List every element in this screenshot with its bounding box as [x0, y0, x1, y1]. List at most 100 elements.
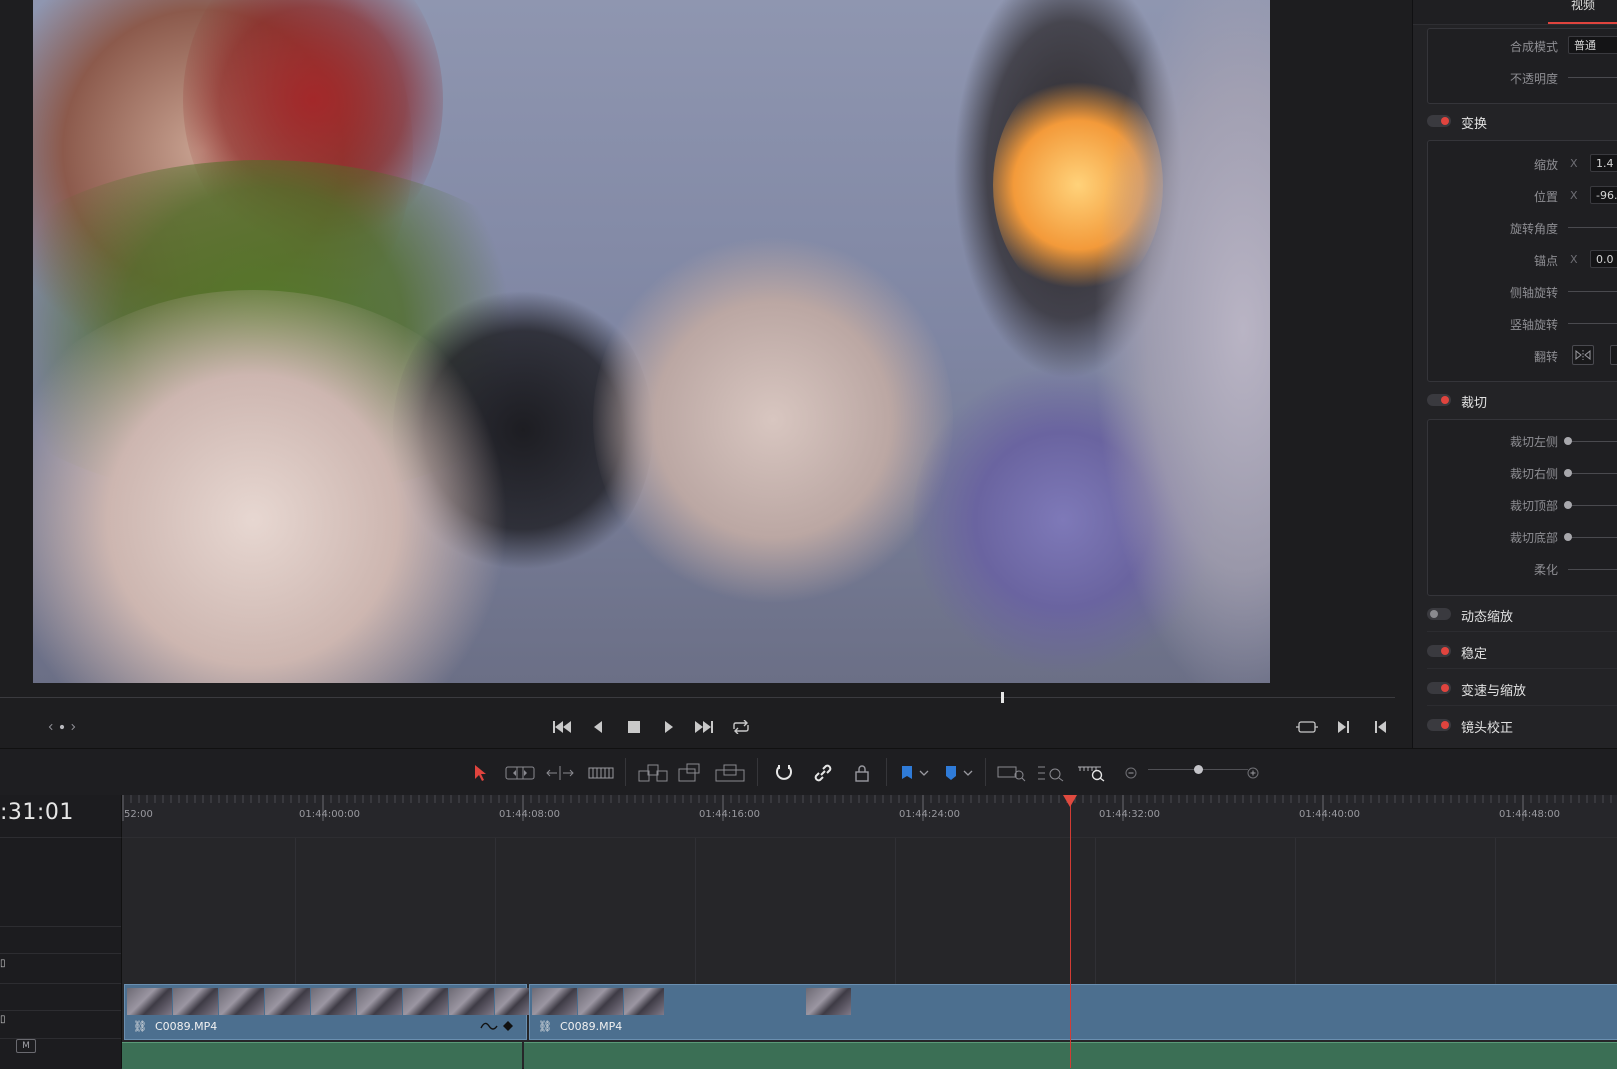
zoom-in-icon[interactable] — [1246, 762, 1260, 784]
crop-left-handle[interactable] — [1564, 437, 1572, 445]
soften-slider[interactable] — [1568, 569, 1617, 570]
flip-horizontal-icon[interactable] — [1572, 345, 1594, 365]
timeline-clip[interactable]: ⛓ C0089.MP4 — [124, 984, 531, 1040]
insert-clip-icon[interactable] — [637, 762, 669, 784]
ruler-label: 01:44:40:00 — [1299, 809, 1361, 820]
lens-correction-section[interactable]: 镜头校正 — [1427, 710, 1617, 740]
zoom-x-field[interactable]: 1.4 — [1590, 154, 1617, 172]
track-mute-button[interactable]: M — [16, 1039, 36, 1053]
clip-label: ⛓ C0089.MP4 — [133, 1020, 217, 1033]
speed-zoom-title: 变速与缩放 — [1461, 684, 1527, 699]
overwrite-clip-icon[interactable] — [676, 762, 706, 784]
clip-name: C0089.MP4 — [154, 1020, 218, 1033]
loop-icon[interactable] — [727, 714, 755, 740]
dynamic-zoom-section[interactable]: 动态缩放 — [1427, 599, 1617, 629]
speed-zoom-section[interactable]: 变速与缩放 — [1427, 673, 1617, 703]
zoom-full-icon[interactable] — [997, 762, 1027, 784]
track-clip-icon[interactable]: ▯ — [0, 1014, 6, 1025]
jump-to-end-icon[interactable] — [690, 714, 718, 740]
track-clip-icon[interactable]: ▯ — [0, 958, 6, 969]
flip-label: 翻转 — [1533, 350, 1558, 364]
audio-clip[interactable] — [122, 1042, 522, 1069]
position-x-field[interactable]: -96. — [1590, 186, 1617, 204]
playhead-line[interactable] — [1070, 800, 1071, 1068]
match-frame-icon[interactable] — [1293, 714, 1321, 740]
stabilize-toggle[interactable] — [1427, 645, 1451, 657]
zoom-axis-label: X — [1570, 157, 1578, 170]
blade-icon[interactable] — [586, 762, 616, 784]
toolbar-divider — [886, 758, 887, 786]
clip-name: C0089.MP4 — [559, 1020, 623, 1033]
zoom-detail-icon[interactable] — [1037, 762, 1067, 784]
crop-left-slider[interactable] — [1568, 441, 1617, 442]
dynamic-trim-icon[interactable] — [545, 762, 575, 784]
lens-correction-toggle[interactable] — [1427, 719, 1451, 731]
yaw-slider[interactable] — [1568, 323, 1617, 324]
crop-section-header[interactable]: 裁切 — [1427, 385, 1617, 415]
pitch-slider[interactable] — [1568, 291, 1617, 292]
crop-top-slider[interactable] — [1568, 505, 1617, 506]
transform-group: 缩放 X 1.4 位置 X -96. 旋转角度 锚点 X 0.0 侧轴旋转 竖轴… — [1427, 140, 1617, 382]
transform-section-header[interactable]: 变换 — [1427, 106, 1617, 136]
crop-right-handle[interactable] — [1564, 469, 1572, 477]
speed-zoom-toggle[interactable] — [1427, 682, 1451, 694]
composite-group: 合成模式 普通 不透明度 — [1427, 28, 1617, 104]
flag-dropdown-icon[interactable] — [898, 762, 932, 784]
video-preview[interactable] — [33, 0, 1270, 683]
zoom-custom-icon[interactable] — [1076, 762, 1108, 784]
play-icon[interactable] — [655, 714, 683, 740]
trim-edit-icon[interactable] — [505, 762, 535, 784]
playhead-handle[interactable] — [1063, 795, 1077, 807]
dynamic-zoom-title: 动态缩放 — [1461, 610, 1514, 625]
crop-group: 裁切左侧 裁切右侧 裁切顶部 裁切底部 柔化 — [1427, 419, 1617, 596]
timeline-zoom-handle[interactable] — [1194, 765, 1203, 774]
zoom-out-icon[interactable] — [1124, 762, 1138, 784]
clip-keyframe-icon[interactable] — [480, 1019, 518, 1036]
dynamic-zoom-toggle[interactable] — [1427, 608, 1451, 620]
ruler-label: 01:44:16:00 — [699, 809, 761, 820]
transform-toggle[interactable] — [1427, 115, 1451, 127]
previous-edit-icon[interactable] — [1366, 714, 1394, 740]
viewer-scrub-bar[interactable] — [0, 697, 1395, 698]
stabilize-section[interactable]: 稳定 — [1427, 636, 1617, 666]
stop-icon[interactable] — [620, 714, 648, 740]
timeline-clip[interactable]: ⛓ C0089.MP4 — [529, 984, 1617, 1040]
crop-bottom-slider[interactable] — [1568, 537, 1617, 538]
snapping-icon[interactable] — [773, 762, 795, 784]
rotation-slider[interactable] — [1568, 227, 1617, 228]
track-divider — [0, 953, 121, 954]
linked-selection-icon[interactable] — [812, 762, 834, 784]
clip-label: ⛓ C0089.MP4 — [538, 1020, 622, 1033]
inspector-tab-bar: 视频 — [1413, 0, 1617, 25]
timeline-tracks[interactable]: ⛓ C0089.MP4 ⛓ C0089.MP4 — [122, 838, 1617, 1068]
flip-vertical-icon[interactable] — [1610, 345, 1617, 365]
lens-correction-title: 镜头校正 — [1461, 721, 1514, 736]
marker-dropdown-icon[interactable] — [942, 762, 976, 784]
reverse-play-icon[interactable] — [584, 714, 612, 740]
selection-arrow-icon[interactable] — [470, 762, 490, 784]
crop-top-handle[interactable] — [1564, 501, 1572, 509]
track-headers: ▯ ▯ M — [0, 838, 122, 1068]
clip-thumbnail — [806, 988, 851, 1015]
link-icon: ⛓ — [133, 1020, 147, 1033]
toolbar-divider — [625, 758, 626, 786]
crop-right-slider[interactable] — [1568, 473, 1617, 474]
replace-clip-icon[interactable] — [714, 762, 746, 784]
anchor-x-field[interactable]: 0.0 — [1590, 250, 1617, 268]
crop-right-label: 裁切右侧 — [1509, 467, 1558, 481]
composite-mode-select[interactable]: 普通 — [1568, 36, 1617, 54]
tab-video[interactable]: 视频 — [1548, 0, 1617, 24]
timeline-timecode[interactable]: :31:01 — [0, 800, 74, 825]
jump-to-start-icon[interactable] — [548, 714, 576, 740]
crop-toggle[interactable] — [1427, 394, 1451, 406]
clip-thumbnails — [532, 988, 665, 1015]
crop-bottom-handle[interactable] — [1564, 533, 1572, 541]
timeline-ruler[interactable]: 52:00 01:44:00:00 01:44:08:00 01:44:16:0… — [122, 795, 1617, 838]
viewer-scrub-handle[interactable] — [1001, 692, 1004, 703]
ruler-label: 01:44:48:00 — [1499, 809, 1561, 820]
opacity-slider[interactable] — [1568, 77, 1617, 78]
next-edit-icon[interactable] — [1330, 714, 1358, 740]
position-lock-icon[interactable] — [851, 762, 873, 784]
track-divider — [0, 1010, 121, 1011]
previous-frame-nav-icon[interactable] — [48, 714, 76, 740]
